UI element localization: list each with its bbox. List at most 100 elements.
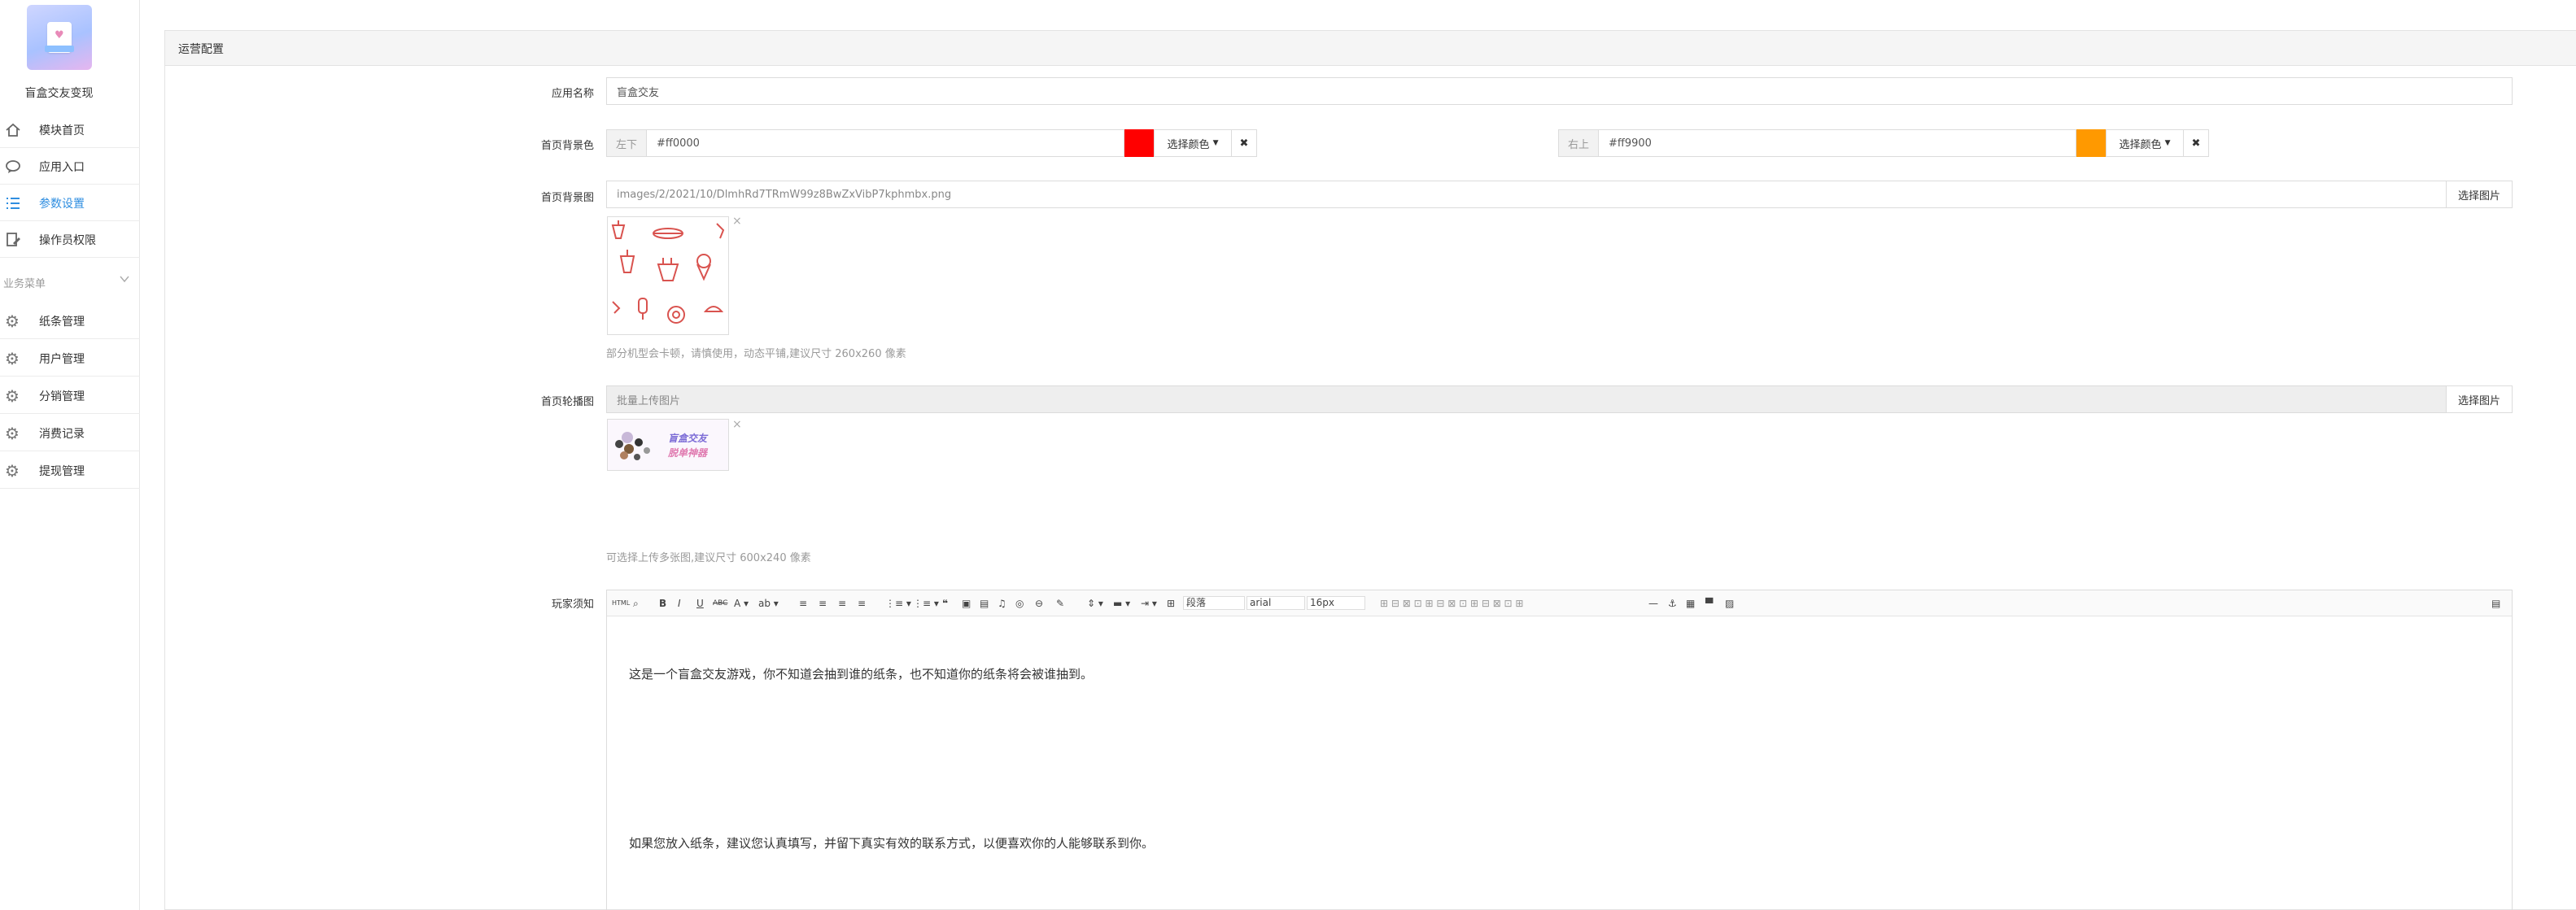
sidebar-app-name: 盲盒交友变现	[24, 87, 94, 100]
sidebar-item-withdraw[interactable]: ⚙ 提现管理	[0, 453, 140, 489]
media-icon[interactable]: ▦	[1686, 597, 1695, 610]
choose-color-left-button[interactable]: 选择颜色 ▼	[1154, 129, 1232, 157]
align-justify-icon[interactable]: ≡	[858, 597, 866, 610]
bg-color-right-input[interactable]: #ff9900	[1598, 129, 2076, 157]
highlight-color-button[interactable]: ab ▾	[758, 597, 779, 610]
carousel-upload-input[interactable]: 批量上传图片	[606, 385, 2447, 413]
preview-icon[interactable]: ▨	[1725, 597, 1734, 610]
align-left-icon[interactable]: ≡	[799, 597, 807, 610]
indent-icon[interactable]: ⇥ ▾	[1141, 597, 1157, 610]
rich-text-editor[interactable]: HTML ⌕ B I U ABC A ▾ ab ▾ ≡ ≡ ≡ ≡ ⋮≡ ▾ ⋮…	[606, 590, 2513, 910]
sidebar-item-label: 应用入口	[39, 160, 85, 174]
paragraph-spacing-icon[interactable]: ▬ ▾	[1113, 597, 1130, 610]
sidebar-item-label: 参数设置	[39, 197, 85, 211]
font-color-button[interactable]: A ▾	[734, 597, 749, 610]
align-right-icon[interactable]: ≡	[838, 597, 846, 610]
sidebar-item-label: 分销管理	[39, 390, 85, 403]
sidebar-item-label: 操作员权限	[39, 233, 96, 247]
font-size-select[interactable]: 16px	[1307, 596, 1365, 610]
file-icon[interactable]: ▤	[980, 597, 989, 610]
carousel-label: 首页轮播图	[540, 396, 594, 408]
food-pattern-image	[611, 220, 725, 324]
sidebar-item-entry[interactable]: 应用入口	[0, 149, 140, 185]
sidebar-item-home[interactable]: 模块首页	[0, 112, 140, 148]
image-icon[interactable]: ▣	[962, 597, 971, 610]
sidebar: 盲盒交友变现 模块首页 应用入口 参数设置 操作员权限 业务菜单 ⚙ 纸条管理 …	[0, 0, 140, 910]
clear-format-icon[interactable]: ✎	[1056, 597, 1064, 610]
italic-button[interactable]: I	[678, 597, 681, 610]
panel-header: 运营配置	[165, 31, 2576, 66]
sidebar-item-consumption[interactable]: ⚙ 消费记录	[0, 416, 140, 451]
print-icon[interactable]: ▀	[1705, 597, 1713, 610]
ordered-list-icon[interactable]: ⋮≡ ▾	[885, 597, 911, 610]
fullscreen-icon[interactable]: ▤	[2491, 597, 2500, 610]
list-settings-icon	[7, 197, 20, 209]
music-icon[interactable]: ♫	[998, 597, 1006, 610]
sidebar-item-operators[interactable]: 操作员权限	[0, 222, 140, 258]
sidebar-item-distribution[interactable]: ⚙ 分销管理	[0, 378, 140, 414]
caret-down-icon: ▼	[2164, 139, 2171, 147]
bg-image-thumbnail	[607, 216, 729, 335]
horizontal-rule-icon[interactable]: —	[1648, 597, 1658, 610]
caret-down-icon: ▼	[1212, 139, 1219, 147]
sidebar-item-label: 纸条管理	[39, 315, 85, 329]
choose-color-right-button[interactable]: 选择颜色 ▼	[2106, 129, 2184, 157]
sidebar-item-label: 模块首页	[39, 124, 85, 137]
unordered-list-icon[interactable]: ⋮≡ ▾	[913, 597, 939, 610]
sidebar-item-users[interactable]: ⚙ 用户管理	[0, 341, 140, 377]
editor-paragraph[interactable]: 这是一个盲盒交友游戏，你不知道会抽到谁的纸条，也不知道你的纸条将会被谁抽到。	[629, 665, 1093, 682]
carousel-thumb-text-2: 脱单神器	[668, 447, 708, 459]
clear-color-left-button[interactable]: ✖	[1231, 129, 1257, 157]
bg-image-help: 部分机型会卡顿，请慎使用，动态平铺,建议尺寸 260x260 像素	[606, 348, 906, 360]
find-replace-icon[interactable]: ⌕	[633, 597, 639, 610]
paragraph-format-select[interactable]: 段落	[1183, 596, 1245, 610]
edit-doc-icon	[7, 232, 20, 246]
gear-icon: ⚙	[5, 348, 20, 368]
choose-bg-image-button[interactable]: 选择图片	[2446, 181, 2513, 208]
carousel-help: 可选择上传多张图,建议尺寸 600x240 像素	[606, 552, 811, 564]
menu-group-label: 业务菜单	[3, 278, 46, 290]
sidebar-item-notes[interactable]: ⚙ 纸条管理	[0, 303, 140, 339]
table-insert-icon[interactable]: ⊞ ⊟ ⊠ ⊡ ⊞ ⊟ ⊠ ⊡ ⊞ ⊟ ⊠ ⊡ ⊞	[1380, 597, 1523, 610]
gear-icon: ⚙	[5, 385, 20, 406]
carousel-thumb-text-1: 盲盒交友	[668, 433, 708, 444]
bg-color-left-swatch[interactable]	[1124, 129, 1154, 157]
table-icon[interactable]: ⊞	[1167, 597, 1175, 610]
align-center-icon[interactable]: ≡	[819, 597, 827, 610]
bold-button[interactable]: B	[659, 597, 666, 610]
panel-title: 运营配置	[178, 43, 224, 56]
bg-color-left-input[interactable]: #ff0000	[646, 129, 1124, 157]
sidebar-item-label: 用户管理	[39, 352, 85, 366]
bg-color-right-swatch[interactable]	[2076, 129, 2106, 157]
link-icon[interactable]: ⊖	[1035, 597, 1043, 610]
line-height-icon[interactable]: ⇕ ▾	[1087, 597, 1103, 610]
gear-icon: ⚙	[5, 460, 20, 481]
bg-color-label: 首页背景色	[540, 140, 594, 152]
remove-bg-image-icon[interactable]: ×	[732, 215, 742, 228]
gear-icon: ⚙	[5, 423, 20, 443]
bg-color-left-addon: 左下	[606, 129, 647, 157]
home-icon	[6, 123, 20, 137]
editor-toolbar: HTML ⌕ B I U ABC A ▾ ab ▾ ≡ ≡ ≡ ≡ ⋮≡ ▾ ⋮…	[607, 590, 2512, 616]
font-family-select[interactable]: arial	[1247, 596, 1305, 610]
sidebar-item-label: 提现管理	[39, 464, 85, 478]
remove-carousel-image-icon[interactable]: ×	[732, 418, 742, 431]
carousel-image	[608, 420, 728, 470]
clear-color-right-button[interactable]: ✖	[2183, 129, 2209, 157]
editor-paragraph[interactable]: 如果您放入纸条，建议您认真填写，并留下真实有效的联系方式，以便喜欢你的人能够联系…	[629, 834, 1154, 851]
carousel-thumbnail: 盲盒交友 脱单神器	[607, 419, 729, 471]
source-html-button[interactable]: HTML	[612, 597, 630, 610]
blockquote-icon[interactable]: ❝	[942, 597, 948, 610]
strikethrough-button[interactable]: ABC	[713, 597, 727, 610]
app-name-input[interactable]: 盲盒交友	[606, 77, 2513, 105]
chat-icon	[6, 159, 20, 173]
map-icon[interactable]: ◎	[1015, 597, 1024, 610]
anchor-icon[interactable]: ⚓	[1668, 597, 1677, 610]
choose-carousel-image-button[interactable]: 选择图片	[2446, 385, 2513, 413]
chevron-down-icon[interactable]	[119, 273, 130, 285]
sidebar-item-settings[interactable]: 参数设置	[0, 185, 140, 221]
app-name-label: 应用名称	[551, 88, 594, 100]
underline-button[interactable]: U	[696, 597, 704, 610]
bg-image-path-input[interactable]: images/2/2021/10/DlmhRd7TRmW99z8BwZxVibP…	[606, 181, 2447, 208]
notice-label: 玩家须知	[551, 599, 594, 611]
